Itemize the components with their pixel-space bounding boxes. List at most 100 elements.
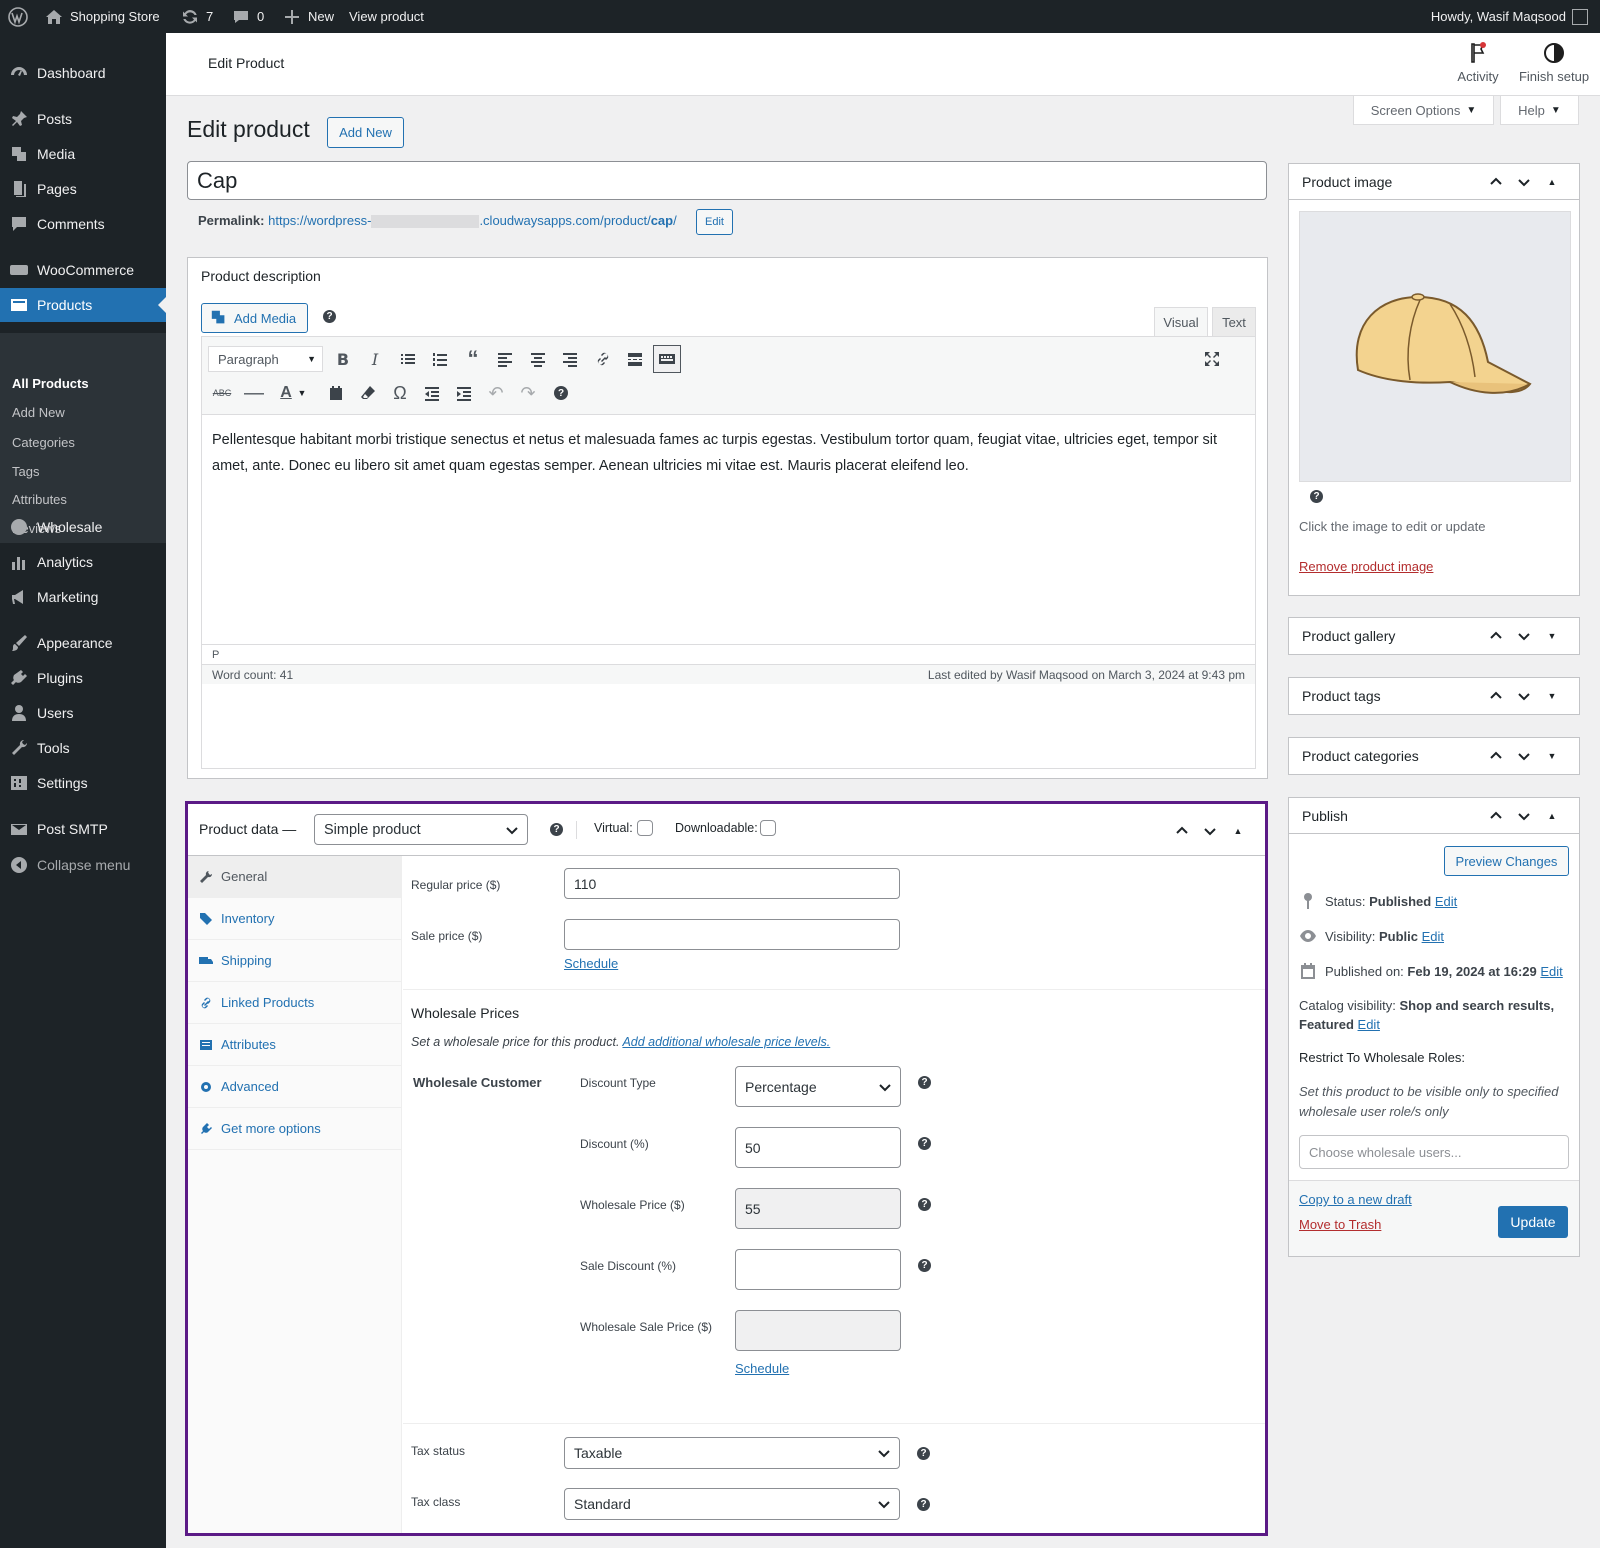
help-icon[interactable]: ? [918, 1137, 931, 1150]
submenu-categories[interactable]: Categories [12, 435, 75, 450]
sidebar-item-marketing[interactable]: Marketing [0, 580, 166, 614]
italic-button[interactable]: I [361, 345, 389, 373]
move-down-button[interactable] [1515, 173, 1533, 191]
help-icon[interactable]: ? [918, 1198, 931, 1211]
tab-inventory[interactable]: Inventory [188, 898, 402, 940]
help-icon[interactable]: ? [323, 310, 336, 323]
screen-options-button[interactable]: Screen Options ▼ [1353, 96, 1494, 125]
bold-button[interactable]: B [329, 345, 357, 373]
editor-content[interactable]: Pellentesque habitant morbi tristique se… [212, 427, 1243, 479]
help-icon[interactable]: ? [550, 823, 563, 836]
preview-changes-button[interactable]: Preview Changes [1444, 846, 1569, 876]
submenu-tags[interactable]: Tags [12, 464, 39, 479]
product-gallery-box[interactable]: Product gallery ▼ [1288, 617, 1580, 655]
published-edit-link[interactable]: Edit [1540, 964, 1562, 979]
move-down-button[interactable] [1515, 627, 1533, 645]
toggle-panel-button[interactable]: ▼ [1543, 747, 1561, 765]
move-up-button[interactable] [1487, 627, 1505, 645]
discount-input[interactable]: 50 [735, 1127, 901, 1168]
paste-text-button[interactable] [322, 379, 350, 407]
product-image[interactable] [1299, 211, 1571, 482]
move-up-button[interactable] [1487, 807, 1505, 825]
sidebar-item-settings[interactable]: Settings [0, 766, 166, 800]
regular-price-input[interactable]: 110 [564, 868, 900, 899]
sidebar-item-appearance[interactable]: Appearance [0, 626, 166, 660]
clear-formatting-button[interactable] [354, 379, 382, 407]
move-up-button[interactable] [1487, 747, 1505, 765]
submenu-add-new[interactable]: Add New [12, 405, 65, 420]
sidebar-item-posts[interactable]: Posts [0, 102, 166, 136]
tab-get-more-options[interactable]: Get more options [188, 1108, 402, 1150]
sidebar-item-pages[interactable]: Pages [0, 172, 166, 206]
bullet-list-button[interactable] [394, 345, 422, 373]
move-down-button[interactable] [1515, 687, 1533, 705]
move-down-button[interactable] [1515, 747, 1533, 765]
tab-attributes[interactable]: Attributes [188, 1024, 402, 1066]
activity-button[interactable]: Activity [1448, 41, 1508, 84]
move-up-button[interactable] [1487, 173, 1505, 191]
sale-price-input[interactable] [564, 919, 900, 950]
help-icon[interactable]: ? [917, 1498, 930, 1511]
tab-text[interactable]: Text [1212, 307, 1256, 336]
discount-type-select[interactable]: Percentage [735, 1066, 901, 1107]
wordpress-logo-icon[interactable] [8, 0, 28, 33]
sidebar-item-products[interactable]: Products [0, 288, 166, 322]
sale-discount-input[interactable] [735, 1249, 901, 1290]
add-new-button[interactable]: Add New [327, 117, 404, 148]
align-left-button[interactable] [491, 345, 519, 373]
move-down-button[interactable] [1515, 807, 1533, 825]
help-button[interactable]: Help ▼ [1500, 96, 1579, 125]
move-up-button[interactable] [1173, 822, 1191, 840]
sidebar-item-post-smtp[interactable]: Post SMTP [0, 812, 166, 846]
move-down-button[interactable] [1201, 822, 1219, 840]
product-categories-box[interactable]: Product categories ▼ [1288, 737, 1580, 775]
numbered-list-button[interactable] [426, 345, 454, 373]
copy-draft-link[interactable]: Copy to a new draft [1299, 1192, 1412, 1207]
indent-button[interactable] [450, 379, 478, 407]
status-edit-link[interactable]: Edit [1435, 894, 1457, 909]
remove-image-link[interactable]: Remove product image [1299, 559, 1433, 574]
format-select[interactable]: Paragraph ▼ [208, 346, 323, 372]
update-button[interactable]: Update [1498, 1206, 1568, 1238]
align-center-button[interactable] [524, 345, 552, 373]
sidebar-item-users[interactable]: Users [0, 696, 166, 730]
view-product-link[interactable]: View product [349, 0, 424, 33]
undo-button[interactable]: ↶ [482, 379, 510, 407]
site-name-link[interactable]: Shopping Store [44, 0, 160, 33]
help-icon[interactable]: ? [918, 1076, 931, 1089]
tab-advanced[interactable]: Advanced [188, 1066, 402, 1108]
comments-link[interactable]: 0 [231, 0, 264, 33]
toggle-panel-button[interactable]: ▼ [1543, 687, 1561, 705]
additional-levels-link[interactable]: Add additional wholesale price levels. [622, 1035, 830, 1049]
submenu-attributes[interactable]: Attributes [12, 492, 67, 507]
sidebar-item-dashboard[interactable]: Dashboard [0, 56, 166, 90]
redo-button[interactable]: ↷ [514, 379, 542, 407]
finish-setup-button[interactable]: Finish setup [1515, 41, 1593, 84]
updates-link[interactable]: 7 [180, 0, 213, 33]
sale-schedule-link[interactable]: Schedule [564, 956, 618, 971]
toggle-panel-button[interactable]: ▲ [1543, 173, 1561, 191]
strikethrough-button[interactable]: ABC [208, 379, 236, 407]
fullscreen-button[interactable] [1198, 345, 1226, 373]
wholesale-schedule-link[interactable]: Schedule [735, 1361, 789, 1376]
account-menu[interactable]: Howdy, Wasif Maqsood [1431, 0, 1588, 33]
tab-visual[interactable]: Visual [1154, 307, 1208, 336]
permalink-edit-button[interactable]: Edit [696, 209, 733, 235]
help-icon[interactable]: ? [917, 1447, 930, 1460]
sidebar-item-collapse[interactable]: Collapse menu [0, 848, 166, 882]
permalink-link[interactable]: https://wordpress- .cloudwaysapps.com/pro… [268, 213, 677, 229]
product-title-input[interactable]: Cap [187, 161, 1267, 200]
move-up-button[interactable] [1487, 687, 1505, 705]
sidebar-item-tools[interactable]: Tools [0, 731, 166, 765]
tax-status-select[interactable]: Taxable [564, 1437, 900, 1469]
sidebar-item-plugins[interactable]: Plugins [0, 661, 166, 695]
sidebar-item-woocommerce[interactable]: WooCommerce [0, 253, 166, 287]
catalog-edit-link[interactable]: Edit [1358, 1017, 1380, 1032]
visibility-edit-link[interactable]: Edit [1422, 929, 1444, 944]
toggle-panel-button[interactable]: ▲ [1229, 822, 1247, 840]
add-media-button[interactable]: Add Media [201, 303, 308, 333]
move-to-trash-link[interactable]: Move to Trash [1299, 1217, 1381, 1232]
sidebar-item-comments[interactable]: Comments [0, 207, 166, 241]
help-icon[interactable]: ? [918, 1259, 931, 1272]
keyboard-shortcuts-icon[interactable]: ? [554, 386, 568, 400]
